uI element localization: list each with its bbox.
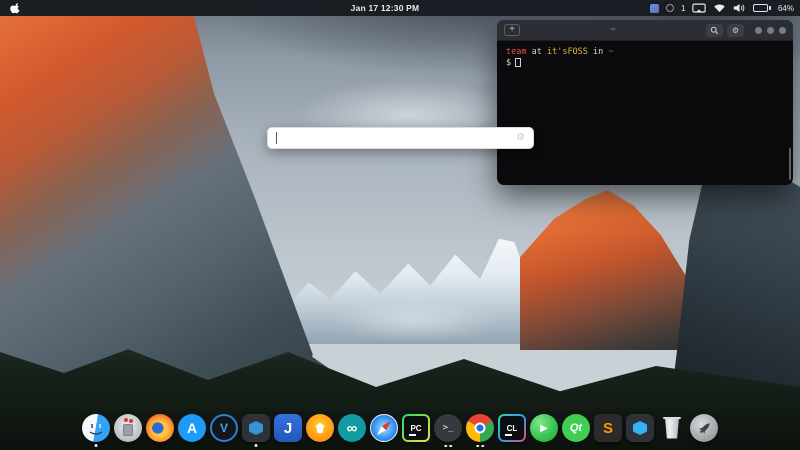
terminal-window: + ~ ⚙ team at it'sFOSS in ~ [497,20,793,185]
dock-item-chrome[interactable] [466,414,494,442]
battery-body [753,4,768,12]
play-icon: ▶ [540,423,548,434]
dock-item-safari[interactable] [370,414,398,442]
terminal-scrollbar[interactable] [789,148,791,180]
dock-item-firefox[interactable] [146,414,174,442]
running-indicator [255,444,258,447]
battery-percent: 64% [778,4,794,13]
safari-compass-needle [375,419,393,437]
running-indicator-two-windows [444,445,452,448]
prompt-host: it'sFOSS [547,47,588,57]
terminal-prompt-line: team at it'sFOSS in ~ [506,47,784,58]
qt-glyph: Qt [570,422,582,434]
dock-item-media-player[interactable]: ▶ [530,414,558,442]
screen-mirroring-icon[interactable] [692,3,706,14]
joplin-glyph: J [284,420,292,437]
terminal-cursor [515,58,521,67]
blue-hexagon-icon [249,421,263,435]
terminal-settings-button[interactable]: ⚙ [727,24,744,37]
dock-item-clion[interactable]: CL [498,414,526,442]
new-tab-button[interactable]: + [504,24,520,36]
wifi-icon[interactable] [713,3,726,13]
jetbrains-bar [409,434,416,436]
apple-icon [10,2,21,14]
battery-icon[interactable] [753,4,771,12]
red-cherry-detail [129,419,133,423]
prompt-in: in [588,47,608,57]
dock-item-terminal[interactable]: >_ [434,414,462,442]
menu-bar: Jan 17 12:30 PM 1 64% [0,0,800,16]
terminal-search-button[interactable] [706,24,723,37]
launcher-input[interactable] [279,128,516,148]
menu-bar-clock[interactable]: Jan 17 12:30 PM [351,3,420,13]
terminal-body[interactable]: team at it'sFOSS in ~ $ [497,41,793,184]
trash-bin-icon [664,418,680,439]
dock-item-sublime-text[interactable]: S [594,414,622,442]
pycharm-glyph: PC [410,424,421,433]
dock-item-pycharm[interactable]: PC [402,414,430,442]
dock-item-hexagon-app-2[interactable] [626,414,654,442]
text-caret [276,132,277,144]
sublime-glyph: S [603,420,613,437]
running-indicator [95,444,98,447]
dock-item-archive-utility[interactable] [114,414,142,442]
rocket-icon [696,420,713,437]
dock-item-app-store[interactable]: A [178,414,206,442]
search-icon [710,26,719,35]
dock-item-rocket-launcher[interactable] [690,414,718,442]
brave-lion-icon [314,421,327,435]
app-indicator-icon[interactable] [650,4,659,13]
terminal-titlebar[interactable]: + ~ ⚙ [497,20,793,41]
trash-lid [663,417,681,419]
window-close-button[interactable] [779,27,786,34]
volume-icon[interactable] [733,3,746,13]
terminal-prompt-glyph: >_ [443,423,454,433]
app-store-glyph: A [187,420,197,436]
jetbrains-bar [505,434,512,436]
vscodium-glyph: V [220,421,228,435]
prompt-path: ~ [608,47,613,57]
window-control-buttons [755,27,786,34]
dock: A V J ∞ PC >_ C [76,411,724,445]
status-circle-icon[interactable] [666,4,674,12]
wallpaper-mist [300,288,530,352]
terminal-title: ~ [520,25,706,35]
clion-glyph: CL [507,424,518,433]
utility-bag-shape [123,424,133,436]
gear-icon: ⚙ [732,26,739,35]
arduino-infinity-glyph: ∞ [347,420,358,437]
launcher-settings-gear-icon[interactable]: ⚙ [516,133,525,143]
apple-menu[interactable] [10,2,21,14]
dock-item-arduino[interactable]: ∞ [338,414,366,442]
battery-nub [769,6,771,10]
input-source-indicator[interactable]: 1 [681,4,685,13]
running-indicator-two-windows [476,445,484,448]
dock-item-joplin[interactable]: J [274,414,302,442]
finder-face-icon [82,414,110,442]
blue-hexagon-icon [633,421,647,435]
app-launcher-bar: ⚙ [267,127,534,149]
terminal-titlebar-controls: ⚙ [706,24,786,37]
dock-item-hexagon-app[interactable] [242,414,270,442]
dock-item-qt-creator[interactable]: Qt [562,414,590,442]
window-minimize-button[interactable] [755,27,762,34]
prompt-user: team [506,47,526,57]
dock-item-brave[interactable] [306,414,334,442]
window-maximize-button[interactable] [767,27,774,34]
terminal-input-line: $ [506,58,784,69]
dock-item-trash[interactable] [658,414,686,442]
dock-item-vscodium[interactable]: V [210,414,238,442]
desktop: Jan 17 12:30 PM 1 64% ⚙ + ~ [0,0,800,450]
prompt-symbol: $ [506,58,511,68]
menu-bar-status-area: 1 64% [650,0,794,16]
prompt-at: at [526,47,546,57]
dock-item-finder[interactable] [82,414,110,442]
red-cherry-detail [124,418,128,422]
